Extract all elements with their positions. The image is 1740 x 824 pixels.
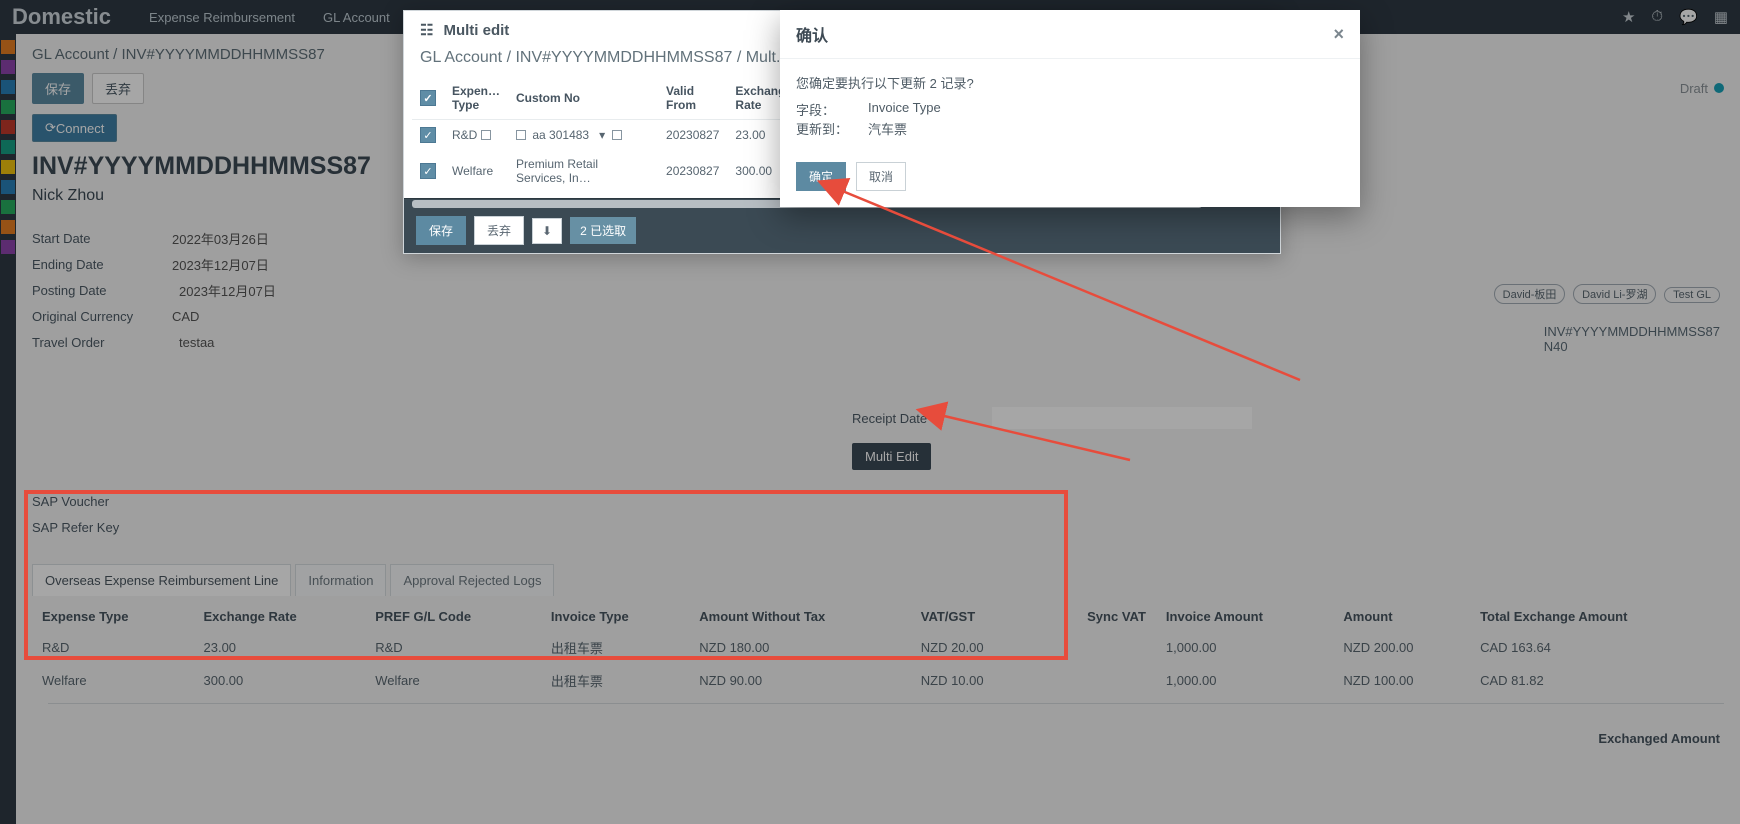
th-checkbox[interactable]: ✓ [412, 77, 444, 120]
th-custom-no: Custom No [508, 77, 658, 120]
external-link-icon[interactable] [516, 130, 526, 140]
ok-button[interactable]: 确定 [796, 162, 846, 191]
th-exp-type: Expen… Type [444, 77, 508, 120]
me-save-button[interactable]: 保存 [416, 216, 466, 245]
confirm-dialog: 确认 × 您确定要执行以下更新 2 记录? 字段： Invoice Type 更新… [780, 10, 1360, 207]
dialog-to-label: 更新到： [796, 119, 856, 138]
cancel-button[interactable]: 取消 [856, 162, 906, 191]
dialog-to-value: 汽车票 [868, 119, 907, 138]
checkbox[interactable]: ✓ [420, 127, 436, 143]
dialog-question: 您确定要执行以下更新 2 记录? [796, 73, 1344, 92]
external-link-icon[interactable] [612, 130, 622, 140]
slider-icon: ☷ [420, 21, 433, 39]
download-icon[interactable]: ⬇ [532, 218, 562, 244]
checkbox[interactable]: ✓ [420, 163, 436, 179]
selected-count: 2 已选取 [570, 217, 636, 244]
me-discard-button[interactable]: 丢弃 [474, 216, 524, 245]
close-icon[interactable]: × [1333, 24, 1344, 45]
dialog-field-label: 字段： [796, 100, 856, 119]
panel-title: Multi edit [443, 22, 509, 39]
external-link-icon[interactable] [481, 130, 491, 140]
dialog-title: 确认 [796, 22, 828, 46]
dialog-field-value: Invoice Type [868, 100, 941, 119]
th-valid-from: Valid From [658, 77, 727, 120]
